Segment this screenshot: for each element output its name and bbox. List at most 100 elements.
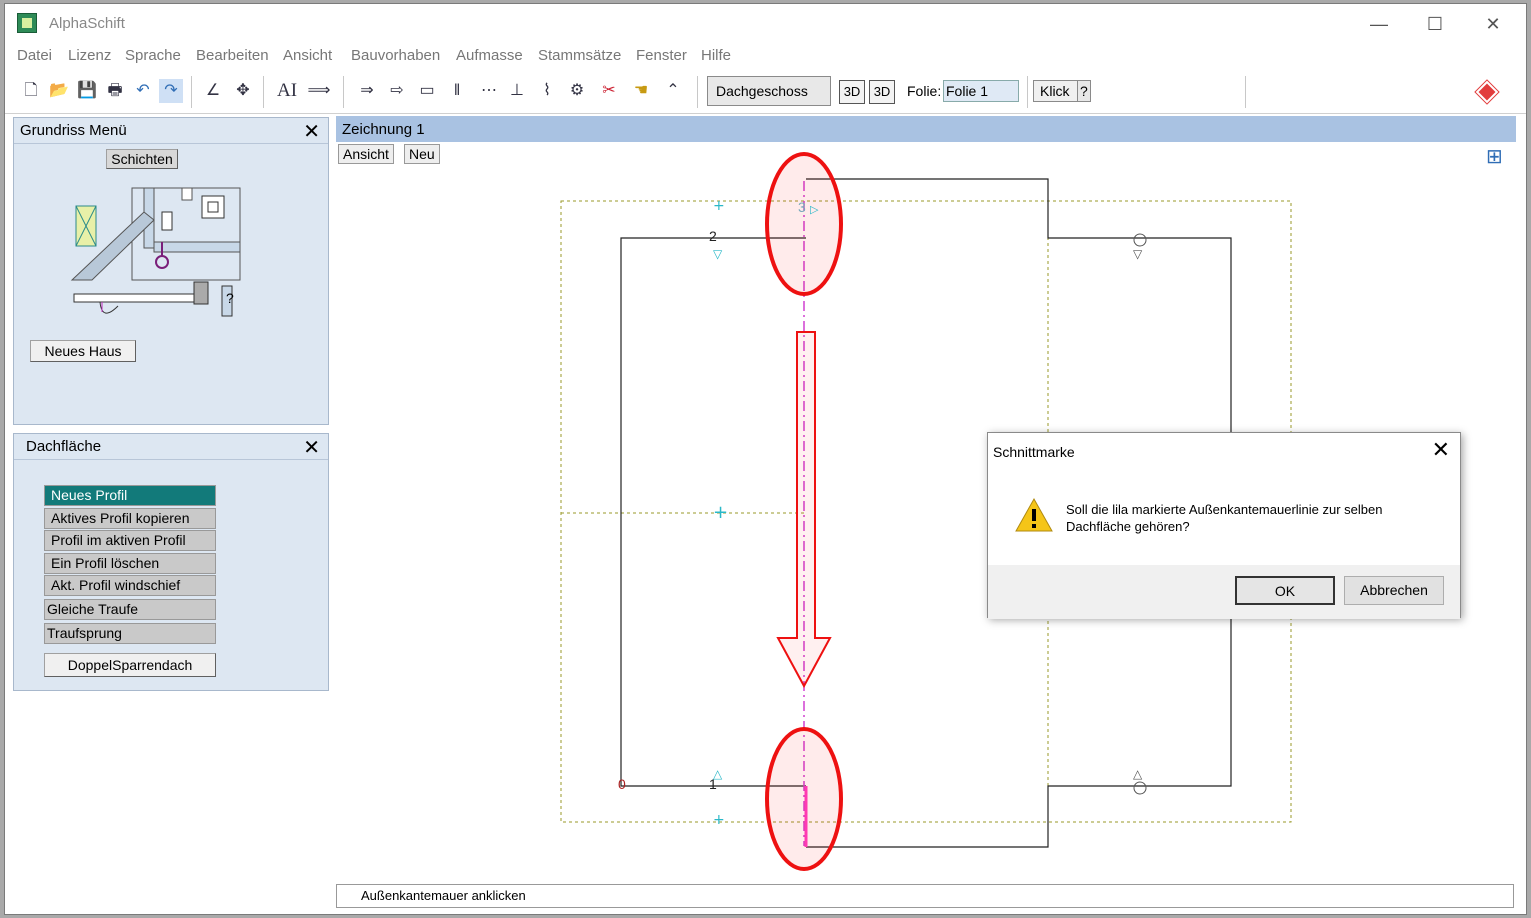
toolbar: 🗋 📂 💾 🖶 ↶ ↷ ∠ ✥ AI ⟹ ⇒ ⇨ ▭ ‖ ⋯ ⊥ ⌇ ⚙ ✂ ☚… [5,70,1526,114]
point-label-0: 0 [618,776,626,792]
grundriss-close-icon[interactable]: ✕ [303,119,320,144]
question-mark-label: ? [226,290,234,306]
ein-profil-loeschen-button[interactable]: Ein Profil löschen [44,553,216,574]
menu-fenster[interactable]: Fenster [636,47,687,64]
toolbar-separator [1027,76,1028,108]
marker-triangle-right: ▷ [810,203,819,216]
toolbar-separator [343,76,344,108]
help-button[interactable]: ? [1077,80,1091,102]
redo-icon[interactable]: ↷ [159,79,183,103]
marker-right-up: △ [1133,767,1143,781]
grundriss-panel-title: Grundriss Menü [20,122,127,139]
dialog-message-line2: Dachfläche gehören? [1066,519,1190,534]
point-label-1: 1 [709,776,717,792]
warning-icon [1015,497,1053,532]
title-bar: AlphaSchift — ☐ ✕ [5,4,1526,42]
marker-right-down: ▽ [1133,247,1143,261]
3d-view-button[interactable]: 3D [839,80,865,104]
text-tool-icon[interactable]: AI [275,79,299,103]
new-file-icon[interactable]: 🗋 [19,79,43,103]
menu-bar: Datei Lizenz Sprache Bearbeiten Ansicht … [5,42,1526,68]
marker-plus-top: + [713,198,725,214]
dachflaeche-panel-header: Dachfläche ✕ [14,434,328,460]
folie-label: Folie: [907,83,942,99]
menu-bearbeiten[interactable]: Bearbeiten [196,47,269,64]
menu-bauvorhaben[interactable]: Bauvorhaben [351,47,440,64]
menu-lizenz[interactable]: Lizenz [68,47,111,64]
maximize-button[interactable]: ☐ [1415,10,1455,38]
schnittmarke-dialog: Schnittmarke ✕ Soll die lila markierte A… [987,432,1461,619]
floor-selector[interactable]: Dachgeschoss [707,76,831,106]
undo-icon[interactable]: ↶ [131,79,155,103]
grundriss-panel-header: Grundriss Menü ✕ [14,118,328,144]
app-logo-icon [17,13,37,33]
hand-icon[interactable]: ☚ [629,79,653,103]
menu-ansicht[interactable]: Ansicht [283,47,332,64]
marker-circle-right-bottom [1133,781,1147,795]
ok-button[interactable]: OK [1235,576,1335,605]
print-icon[interactable]: 🖶 [103,79,127,103]
folie-input[interactable]: Folie 1 [943,80,1019,102]
menu-stammsaetze[interactable]: Stammsätze [538,47,621,64]
profil-im-aktiven-profil-button[interactable]: Profil im aktiven Profil [44,530,216,551]
rectangle-tool-icon[interactable]: ▭ [415,79,439,103]
highlight-ellipse-top [765,152,843,296]
grundriss-panel: Grundriss Menü ✕ Schichten ? Neues Haus [13,117,329,425]
stair-tool-icon[interactable]: ⌇ [535,79,559,103]
save-icon[interactable]: 💾 [75,79,99,103]
dialog-close-icon[interactable]: ✕ [1432,437,1450,463]
tools-icon[interactable]: ✂ [597,79,621,103]
marker-triangle-down: ▽ [713,247,723,261]
gear-icon[interactable]: ⚙ [565,79,589,103]
close-button[interactable]: ✕ [1473,10,1513,38]
aktives-profil-kopieren-button[interactable]: Aktives Profil kopieren [44,508,216,529]
klick-button[interactable]: Klick [1033,80,1079,102]
app-title: AlphaSchift [49,15,125,32]
toolbar-separator [191,76,192,108]
neues-profil-button[interactable]: Neues Profil [44,485,216,506]
dachflaeche-close-icon[interactable]: ✕ [303,435,320,460]
3d-view-alt-button[interactable]: 3D [869,80,895,104]
open-folder-icon[interactable]: 📂 [47,79,71,103]
angle-tool-icon[interactable]: ∠ [201,79,225,103]
direction-arrow [776,331,832,689]
pillar-tool-icon[interactable]: ‖ [445,79,469,103]
marker-circle-right-top [1133,233,1147,247]
marker-plus-bottom: + [713,812,725,828]
schichten-button[interactable]: Schichten [106,149,178,169]
menu-hilfe[interactable]: Hilfe [701,47,731,64]
abbrechen-button[interactable]: Abbrechen [1344,576,1444,605]
dialog-title: Schnittmarke [993,444,1075,460]
status-text: Außenkantemauer anklicken [361,888,526,903]
status-bar: Außenkantemauer anklicken [336,884,1514,908]
diamond-icon[interactable] [1475,80,1499,104]
dachflaeche-panel: Dachfläche ✕ Neues Profil Aktives Profil… [13,433,329,691]
dachflaeche-panel-title: Dachfläche [26,438,102,455]
double-wall-icon[interactable]: ⇨ [385,79,409,103]
wall-tool-icon[interactable]: ⇒ [355,79,379,103]
traufsprung-button[interactable]: Traufsprung [44,623,216,644]
floorplan-tools-illustration[interactable] [70,182,250,332]
menu-sprache[interactable]: Sprache [125,47,181,64]
akt-profil-windschief-button[interactable]: Akt. Profil windschief [44,575,216,596]
dialog-message-line1: Soll die lila markierte Außenkantemauerl… [1066,502,1383,517]
dimension-tool-icon[interactable]: ⟹ [307,79,331,103]
dash-line-icon[interactable]: ⋯ [477,79,501,103]
neues-haus-button[interactable]: Neues Haus [30,340,136,362]
menu-datei[interactable]: Datei [17,47,52,64]
app-window: AlphaSchift — ☐ ✕ Datei Lizenz Sprache B… [4,3,1527,915]
toolbar-separator [1245,76,1246,108]
minimize-button[interactable]: — [1359,10,1399,38]
gleiche-traufe-button[interactable]: Gleiche Traufe [44,599,216,620]
toolbar-separator [697,76,698,108]
dialog-message: Soll die lila markierte Außenkantemauerl… [1066,501,1446,535]
point-label-2: 2 [709,228,717,244]
roof-line-icon[interactable]: ⌃ [661,79,685,103]
axis-tool-icon[interactable]: ⊥ [505,79,529,103]
doppel-sparrendach-button[interactable]: DoppelSparrendach [44,653,216,677]
menu-aufmasse[interactable]: Aufmasse [456,47,523,64]
highlight-ellipse-bottom [765,727,843,871]
move-tool-icon[interactable]: ✥ [231,79,255,103]
point-label-3: 3 [798,199,806,215]
toolbar-separator [263,76,264,108]
